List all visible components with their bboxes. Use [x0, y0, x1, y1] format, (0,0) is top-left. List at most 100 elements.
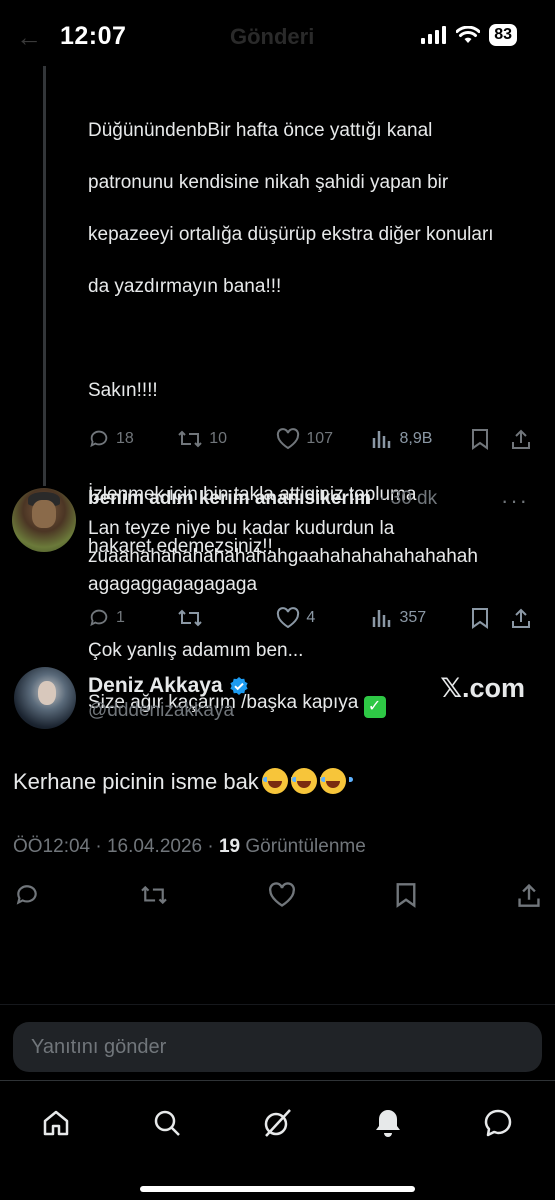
status-time: 12:07	[60, 22, 127, 50]
repost-icon	[178, 609, 202, 627]
messages-icon	[484, 1109, 512, 1137]
bookmark-action[interactable]	[471, 428, 511, 450]
share-action[interactable]	[516, 882, 542, 908]
thread-connector-line	[43, 66, 46, 486]
repost-action[interactable]: 10	[177, 428, 276, 450]
reply-composer[interactable]	[13, 1022, 542, 1072]
tweet-meta: ÖÖ12:04 · 16.04.2026 · 19 Görüntülenme	[13, 836, 366, 858]
laughing-emoji-icon	[290, 768, 324, 794]
grok-icon	[264, 1109, 291, 1137]
tweet-line: patronunu kendisine nikah şahidi yapan b…	[88, 172, 449, 193]
reply-tweet-text: Lan teyze niye bu kadar kudurdun la zuaa…	[88, 518, 478, 595]
bookmark-icon	[396, 883, 416, 908]
status-icons: 83	[421, 24, 517, 46]
like-count: 107	[306, 430, 334, 447]
share-action[interactable]	[510, 607, 540, 629]
verified-badge-icon	[230, 677, 248, 695]
search-icon	[154, 1110, 180, 1136]
repost-icon	[178, 430, 202, 448]
tweet-timestamp: ÖÖ12:04 · 16.04.2026 ·	[13, 836, 214, 857]
tweet-views-count: 19	[218, 836, 241, 857]
like-action[interactable]: 4	[276, 607, 371, 629]
reply-action[interactable]	[14, 882, 40, 908]
reply-header: benim adım kerim ananısikerim · 30 dk	[88, 488, 437, 510]
status-bar: ← Gönderi 12:07 83	[0, 0, 555, 72]
thread-tweet-actions: 18 10 107 8,9B	[88, 428, 540, 450]
views-chart-icon	[373, 431, 391, 448]
laughing-emoji-icon	[261, 768, 295, 794]
more-options-icon[interactable]: ···	[501, 488, 529, 514]
reply-divider	[0, 1004, 555, 1005]
views-count: 8,9B	[399, 430, 433, 447]
share-icon	[512, 429, 531, 449]
nav-search[interactable]	[147, 1103, 187, 1143]
avatar-face-shape	[32, 500, 56, 528]
views-action[interactable]: 357	[371, 607, 470, 629]
main-author-handle[interactable]: @dddenizakkaya	[88, 700, 234, 722]
bottom-navigation	[0, 1080, 555, 1200]
heart-icon	[269, 882, 295, 907]
main-author-name[interactable]: Deniz Akkaya	[88, 674, 223, 698]
like-count: 4	[306, 609, 316, 626]
like-action[interactable]: 107	[276, 428, 371, 450]
share-icon	[518, 883, 540, 907]
tweet-line: da yazdırmayın bana!!!	[88, 276, 282, 297]
bookmark-action[interactable]	[471, 607, 511, 629]
reply-author-avatar[interactable]	[12, 488, 76, 552]
share-action[interactable]	[510, 428, 540, 450]
laughing-emoji-icon	[319, 768, 353, 794]
back-arrow-icon[interactable]: ←	[16, 22, 42, 53]
nav-grok[interactable]	[257, 1103, 297, 1143]
repost-count: 10	[209, 430, 227, 447]
heart-icon	[277, 607, 300, 629]
bookmark-icon	[471, 608, 488, 629]
views-chart-icon	[373, 610, 391, 627]
share-icon	[512, 608, 531, 628]
repost-action[interactable]	[177, 607, 276, 629]
check-mark-icon: ✓	[363, 696, 386, 718]
tweet-line: DüğünündenbBir hafta önce yattığı kanal	[88, 120, 433, 141]
reply-count: 1	[116, 609, 125, 626]
reply-icon	[90, 430, 108, 448]
thread-tweet-text: DüğünündenbBir hafta önce yattığı kanal …	[88, 92, 548, 744]
reply-icon	[90, 609, 108, 627]
tweet-line: Çok yanlış adamım ben...	[88, 640, 304, 661]
reply-icon	[16, 885, 37, 905]
header-title: Gönderi	[230, 24, 315, 49]
bookmark-icon	[471, 429, 488, 450]
main-tweet-body: Kerhane picinin isme bak	[13, 769, 259, 794]
home-indicator[interactable]	[140, 1186, 415, 1192]
main-tweet-text: Kerhane picinin isme bak	[13, 768, 353, 795]
main-author-avatar[interactable]	[14, 667, 76, 729]
tweet-line: kepazeeyi ortalığa düşürüp ekstra diğer …	[88, 224, 494, 245]
battery-indicator: 83	[489, 24, 517, 46]
bookmark-action[interactable]	[395, 882, 417, 908]
main-author-name-row: Deniz Akkaya	[88, 674, 249, 698]
home-icon	[43, 1110, 69, 1136]
nav-home[interactable]	[36, 1103, 76, 1143]
wifi-icon	[456, 26, 481, 43]
reply-tweet-actions: 1 4 357	[88, 607, 540, 629]
x-com-watermark: 𝕏.com	[440, 673, 525, 703]
tweet-line: Sakın!!!!	[88, 380, 158, 401]
tweet-views-label: Görüntülenme	[245, 836, 366, 857]
notifications-icon	[376, 1110, 400, 1137]
heart-icon	[277, 428, 300, 450]
reply-timestamp: · 30 dk	[379, 488, 438, 509]
nav-notifications[interactable]	[368, 1103, 408, 1143]
repost-icon	[141, 885, 167, 905]
reply-author-name[interactable]: benim adım kerim ananısikerim	[88, 488, 371, 510]
signal-icon	[421, 26, 447, 44]
main-tweet-actions	[14, 882, 542, 908]
reply-input[interactable]	[13, 1022, 542, 1072]
views-count: 357	[399, 609, 427, 626]
views-action[interactable]: 8,9B	[371, 428, 470, 450]
reply-action[interactable]: 18	[88, 428, 177, 450]
like-action[interactable]	[268, 882, 296, 908]
nav-messages[interactable]	[478, 1103, 518, 1143]
reply-count: 18	[116, 430, 134, 447]
avatar-face-shape	[38, 681, 56, 705]
reply-action[interactable]: 1	[88, 607, 177, 629]
repost-action[interactable]	[139, 883, 169, 907]
